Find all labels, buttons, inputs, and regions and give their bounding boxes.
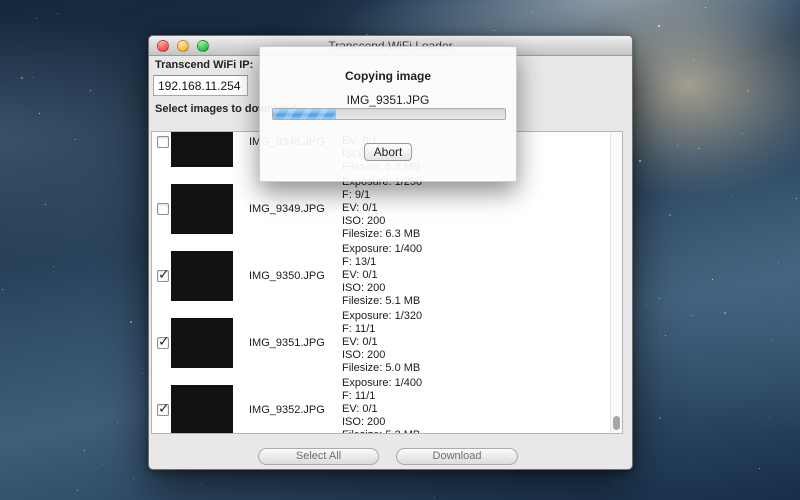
image-filename: IMG_9351.JPG xyxy=(249,337,342,349)
scrollbar-thumb[interactable] xyxy=(613,416,620,430)
progress-bar xyxy=(272,108,506,120)
thumbnail xyxy=(171,318,233,368)
zoom-button[interactable] xyxy=(197,40,209,52)
thumbnail xyxy=(171,184,233,234)
scrollbar-track[interactable] xyxy=(610,132,622,433)
copying-filename: IMG_9351.JPG xyxy=(260,93,516,107)
image-details: Exposure: 1/320F: 11/1 EV: 0/1ISO: 200 F… xyxy=(342,310,422,375)
abort-button[interactable]: Abort xyxy=(364,143,412,161)
download-button[interactable]: Download xyxy=(396,448,518,465)
ip-input[interactable] xyxy=(153,75,248,96)
checkbox[interactable] xyxy=(157,337,169,349)
image-filename: IMG_9350.JPG xyxy=(249,270,342,282)
list-item: IMG_9349.JPG Exposure: 1/250F: 9/1 EV: 0… xyxy=(152,175,610,242)
app-window: Transcend WiFi Loader Transcend WiFi IP:… xyxy=(148,35,633,470)
checkbox[interactable] xyxy=(157,404,169,416)
image-details: Exposure: 1/400F: 13/1 EV: 0/1ISO: 200 F… xyxy=(342,243,422,308)
minimize-button[interactable] xyxy=(177,40,189,52)
image-filename: IMG_9352.JPG xyxy=(249,404,342,416)
copying-title: Copying image xyxy=(260,69,516,83)
copying-dialog: Copying image IMG_9351.JPG Abort xyxy=(259,46,517,182)
checkbox[interactable] xyxy=(157,136,169,148)
checkbox[interactable] xyxy=(157,270,169,282)
list-item: IMG_9351.JPG Exposure: 1/320F: 11/1 EV: … xyxy=(152,309,610,376)
select-all-button[interactable]: Select All xyxy=(258,448,379,465)
close-button[interactable] xyxy=(157,40,169,52)
list-item: IMG_9350.JPG Exposure: 1/400F: 13/1 EV: … xyxy=(152,242,610,309)
thumbnail xyxy=(171,251,233,301)
checkbox[interactable] xyxy=(157,203,169,215)
list-item: IMG_9352.JPG Exposure: 1/400F: 11/1 EV: … xyxy=(152,376,610,434)
image-details: Exposure: 1/250F: 9/1 EV: 0/1ISO: 200 Fi… xyxy=(342,176,422,241)
image-filename: IMG_9349.JPG xyxy=(249,203,342,215)
ip-label: Transcend WiFi IP: xyxy=(155,59,253,71)
image-details: Exposure: 1/400F: 11/1 EV: 0/1ISO: 200 F… xyxy=(342,377,422,434)
progress-fill xyxy=(273,109,336,119)
thumbnail xyxy=(171,385,233,435)
thumbnail xyxy=(171,131,233,167)
